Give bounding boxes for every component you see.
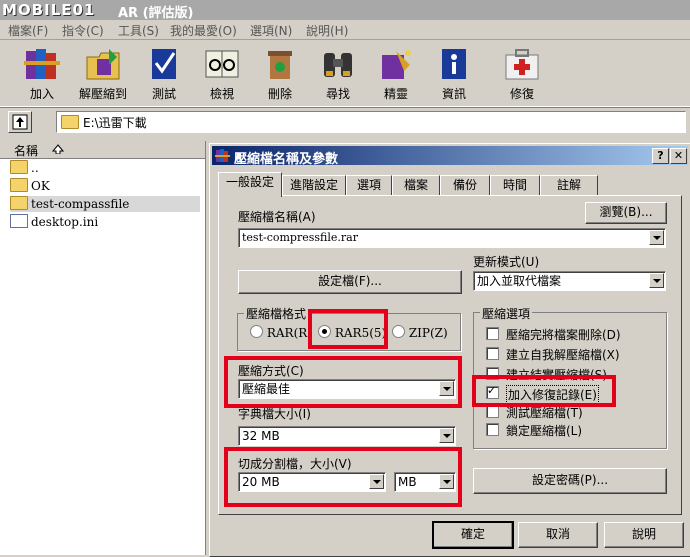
radio-icon — [392, 325, 405, 338]
books-icon — [22, 45, 62, 83]
up-folder-button[interactable] — [8, 111, 32, 133]
address-path: E:\迅雷下載 — [83, 116, 147, 130]
help-title-button[interactable]: ? — [652, 148, 669, 164]
dialog-title: 壓縮檔名稱及參數 — [234, 152, 339, 167]
info-icon — [434, 45, 474, 83]
chevron-down-icon[interactable] — [649, 273, 664, 288]
file-list-header[interactable]: 名稱 — [0, 141, 205, 159]
menu-help[interactable]: 說明(H) — [306, 22, 348, 39]
list-item[interactable]: desktop.ini — [10, 214, 98, 230]
sort-arrow-icon — [52, 144, 64, 154]
column-name-header[interactable]: 名稱 — [14, 142, 38, 159]
toolbar-find-button[interactable]: 尋找 — [310, 42, 366, 104]
archive-name-label: 壓縮檔名稱(A) — [238, 210, 316, 224]
list-item[interactable]: OK — [10, 178, 50, 194]
archive-name-input[interactable]: test-compressfile.rar — [238, 228, 666, 248]
toolbar-wizard-button[interactable]: 精靈 — [368, 42, 424, 104]
close-button[interactable]: ✕ — [670, 148, 687, 164]
update-mode-label: 更新模式(U) — [473, 255, 540, 269]
tab-time[interactable]: 時間 — [490, 175, 540, 196]
window-titlebar: MOBILE01 AR (評估版) — [0, 0, 690, 21]
tab-options[interactable]: 選項 — [346, 175, 392, 196]
tab-comment[interactable]: 註解 — [540, 175, 598, 196]
radio-rar[interactable]: RAR(R) — [250, 325, 312, 340]
menu-tools[interactable]: 工具(S) — [118, 22, 159, 39]
list-item[interactable]: .. — [10, 160, 39, 176]
recycle-bin-icon — [260, 45, 300, 83]
browse-button[interactable]: 瀏覽(B)... — [585, 202, 667, 224]
format-group-label: 壓縮檔格式 — [244, 305, 309, 322]
toolbar-add-button[interactable]: 加入 — [14, 42, 70, 104]
chevron-down-icon[interactable] — [439, 428, 454, 443]
address-field[interactable]: E:\迅雷下載 — [56, 111, 686, 133]
radio-zip[interactable]: ZIP(Z) — [392, 325, 448, 340]
cancel-button[interactable]: 取消 — [518, 522, 598, 548]
chevron-down-icon[interactable] — [649, 230, 664, 245]
toolbar-extract-button[interactable]: 解壓縮到 — [72, 42, 134, 104]
winrar-icon — [215, 149, 230, 162]
binoculars-icon — [318, 45, 358, 83]
toolbar-info-button[interactable]: 資訊 — [426, 42, 482, 104]
tab-files[interactable]: 檔案 — [392, 175, 440, 196]
window-title: AR (評估版) — [118, 6, 194, 21]
dictionary-select[interactable]: 32 MB — [238, 426, 456, 446]
list-item[interactable]: test-compassfile — [10, 196, 200, 212]
update-mode-select[interactable]: 加入並取代檔案 — [473, 271, 666, 291]
profiles-button[interactable]: 設定檔(F)... — [238, 270, 462, 294]
menu-bar: 檔案(F) 指令(C) 工具(S) 我的最愛(O) 選項(N) 說明(H) — [0, 20, 690, 40]
test-book-icon — [144, 45, 184, 83]
folder-icon — [10, 196, 28, 210]
highlight-rar5 — [308, 309, 388, 349]
ok-button[interactable]: 確定 — [432, 521, 514, 549]
dialog-titlebar: 壓縮檔名稱及參數 ? ✕ — [212, 146, 688, 167]
help-button[interactable]: 說明 — [604, 522, 684, 548]
up-arrow-icon — [12, 114, 28, 130]
toolbar-delete-button[interactable]: 刪除 — [252, 42, 308, 104]
menu-commands[interactable]: 指令(C) — [62, 22, 104, 39]
folder-icon — [61, 115, 79, 129]
toolbar: 加入 解壓縮到 測試 檢視 刪除 尋找 精靈 資訊 修復 — [0, 40, 690, 107]
toolbar-repair-button[interactable]: 修復 — [494, 42, 550, 104]
highlight-recovery — [472, 375, 616, 407]
tab-advanced[interactable]: 進階設定 — [282, 175, 346, 196]
toolbar-test-button[interactable]: 測試 — [136, 42, 192, 104]
brand-logo: MOBILE01 — [2, 1, 96, 19]
checkbox[interactable] — [486, 347, 499, 360]
tab-general[interactable]: 一般設定 — [218, 172, 282, 197]
checkbox[interactable] — [486, 327, 499, 340]
extract-folder-icon — [83, 45, 123, 83]
checkbox[interactable] — [486, 423, 499, 436]
first-aid-kit-icon — [502, 45, 542, 83]
options-group-label: 壓縮選項 — [480, 305, 533, 322]
highlight-split — [224, 447, 462, 507]
menu-favorites[interactable]: 我的最愛(O) — [170, 22, 237, 39]
toolbar-view-button[interactable]: 檢視 — [194, 42, 250, 104]
highlight-method — [224, 356, 462, 408]
wizard-icon — [376, 45, 416, 83]
menu-options[interactable]: 選項(N) — [250, 22, 292, 39]
set-password-button[interactable]: 設定密碼(P)... — [473, 468, 667, 494]
settings-file-icon — [10, 214, 28, 228]
folder-icon — [10, 178, 28, 192]
menu-file[interactable]: 檔案(F) — [8, 22, 48, 39]
tab-backup[interactable]: 備份 — [440, 175, 490, 196]
glasses-book-icon — [202, 45, 242, 83]
radio-icon — [250, 325, 263, 338]
folder-icon — [10, 160, 28, 174]
